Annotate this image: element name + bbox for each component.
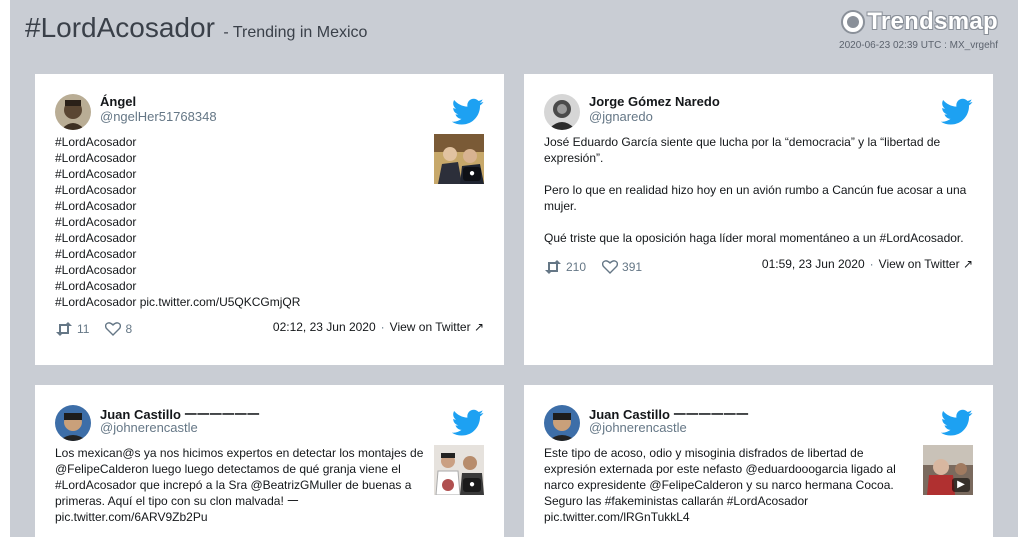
tweet-time[interactable]: 02:12, 23 Jun 2020 [273,320,376,334]
retweet-icon [545,260,561,274]
avatar[interactable] [55,405,91,441]
video-icon: ▶ [952,478,970,492]
like-button[interactable]: 8 [105,322,132,336]
tweet-line[interactable]: #LordAcosador [55,262,430,278]
twitter-bird-icon[interactable] [941,98,973,126]
tweet-actions: 210 391 [544,260,658,274]
retweet-count: 210 [566,260,587,274]
tweet-line[interactable]: #LordAcosador [55,166,430,182]
snapshot-meta: 2020-06-23 02:39 UTC : MX_vrgehf [839,40,998,51]
tweet-media-thumbnail[interactable]: ● [434,134,484,184]
tweet-actions: 11 8 [55,322,148,336]
tweet-timestamp: 01:59, 23 Jun 2020 · View on Twitter ↗ [761,257,973,271]
tweet-media-thumbnail[interactable]: ▶ [923,445,973,495]
tweet-card: Jorge Gómez Naredo @jgnaredo José Eduard… [524,74,993,365]
tweet-line[interactable]: #LordAcosador [55,246,430,262]
page-background: #LordAcosador - Trending in Mexico Trend… [10,0,1018,545]
external-link-icon: ↗ [962,257,973,271]
like-count: 8 [125,322,133,336]
tweet-text: José Eduardo García siente que lucha por… [544,134,974,246]
user-handle[interactable]: @johnerencastle [589,420,687,435]
like-button[interactable]: 391 [602,260,642,274]
user-name[interactable]: Ángel [100,94,136,109]
tweet-line[interactable]: #LordAcosador [55,182,430,198]
tweet-media-thumbnail[interactable]: ● [434,445,484,495]
tweet-time[interactable]: 01:59, 23 Jun 2020 [762,257,865,271]
logo-text: Trendsmap [867,8,998,35]
trendsmap-logo[interactable]: Trendsmap [841,8,998,36]
twitter-bird-icon[interactable] [452,409,484,437]
tweet-card: Juan Castillo 𑁋𑁋𑁋𑁋𑁋𑁋 @johnerencastle Los… [35,385,504,545]
avatar[interactable] [544,405,580,441]
retweet-button[interactable]: 11 [55,322,89,336]
tweet-paragraph[interactable]: Qué triste que la oposición haga líder m… [544,230,974,246]
globe-icon [841,10,866,34]
tweet-text[interactable]: Este tipo de acoso, odio y misoginia dis… [544,445,904,525]
tweet-card: Juan Castillo 𑁋𑁋𑁋𑁋𑁋𑁋 @johnerencastle Est… [524,385,993,545]
view-on-twitter-link[interactable]: View on Twitter [879,257,960,271]
user-handle[interactable]: @johnerencastle [100,420,198,435]
twitter-bird-icon[interactable] [452,98,484,126]
external-link-icon: ↗ [473,320,484,334]
user-handle[interactable]: @ngelHer51768348 [100,109,217,124]
tweet-line[interactable]: #LordAcosador [55,278,430,294]
view-on-twitter-link[interactable]: View on Twitter [390,320,471,334]
tweet-line[interactable]: #LordAcosador [55,150,430,166]
twitter-bird-icon[interactable] [941,409,973,437]
trend-location: - Trending in Mexico [223,24,368,41]
tweet-card: Ángel @ngelHer51768348 #LordAcosador #Lo… [35,74,504,365]
avatar[interactable] [544,94,580,130]
tweet-line[interactable]: #LordAcosador [55,134,430,150]
retweet-count: 11 [77,322,90,336]
user-handle[interactable]: @jgnaredo [589,109,653,124]
heart-icon [105,322,122,336]
avatar[interactable] [55,94,91,130]
like-count: 391 [622,260,643,274]
tweet-text[interactable]: Los mexican@s ya nos hicimos expertos en… [55,445,430,525]
retweet-button[interactable]: 210 [544,260,586,274]
tweet-line[interactable]: #LordAcosador [55,214,430,230]
tweet-line[interactable]: #LordAcosador [55,230,430,246]
camera-icon: ● [463,167,481,181]
camera-icon: ● [463,478,481,492]
heart-icon [602,260,619,274]
tweet-line[interactable]: #LordAcosador [55,198,430,214]
tweet-timestamp: 02:12, 23 Jun 2020 · View on Twitter ↗ [272,320,484,334]
tweet-line[interactable]: #LordAcosador pic.twitter.com/U5QKCGmjQR [55,294,430,310]
tweet-paragraph[interactable]: Pero lo que en realidad hizo hoy en un a… [544,182,974,214]
tweet-paragraph[interactable]: José Eduardo García siente que lucha por… [544,134,974,166]
tweet-text: #LordAcosador #LordAcosador #LordAcosado… [55,134,430,310]
page-title: #LordAcosador - Trending in Mexico [25,12,367,44]
user-name[interactable]: Jorge Gómez Naredo [589,94,720,109]
trend-hashtag[interactable]: #LordAcosador [25,12,215,43]
retweet-icon [56,322,72,336]
